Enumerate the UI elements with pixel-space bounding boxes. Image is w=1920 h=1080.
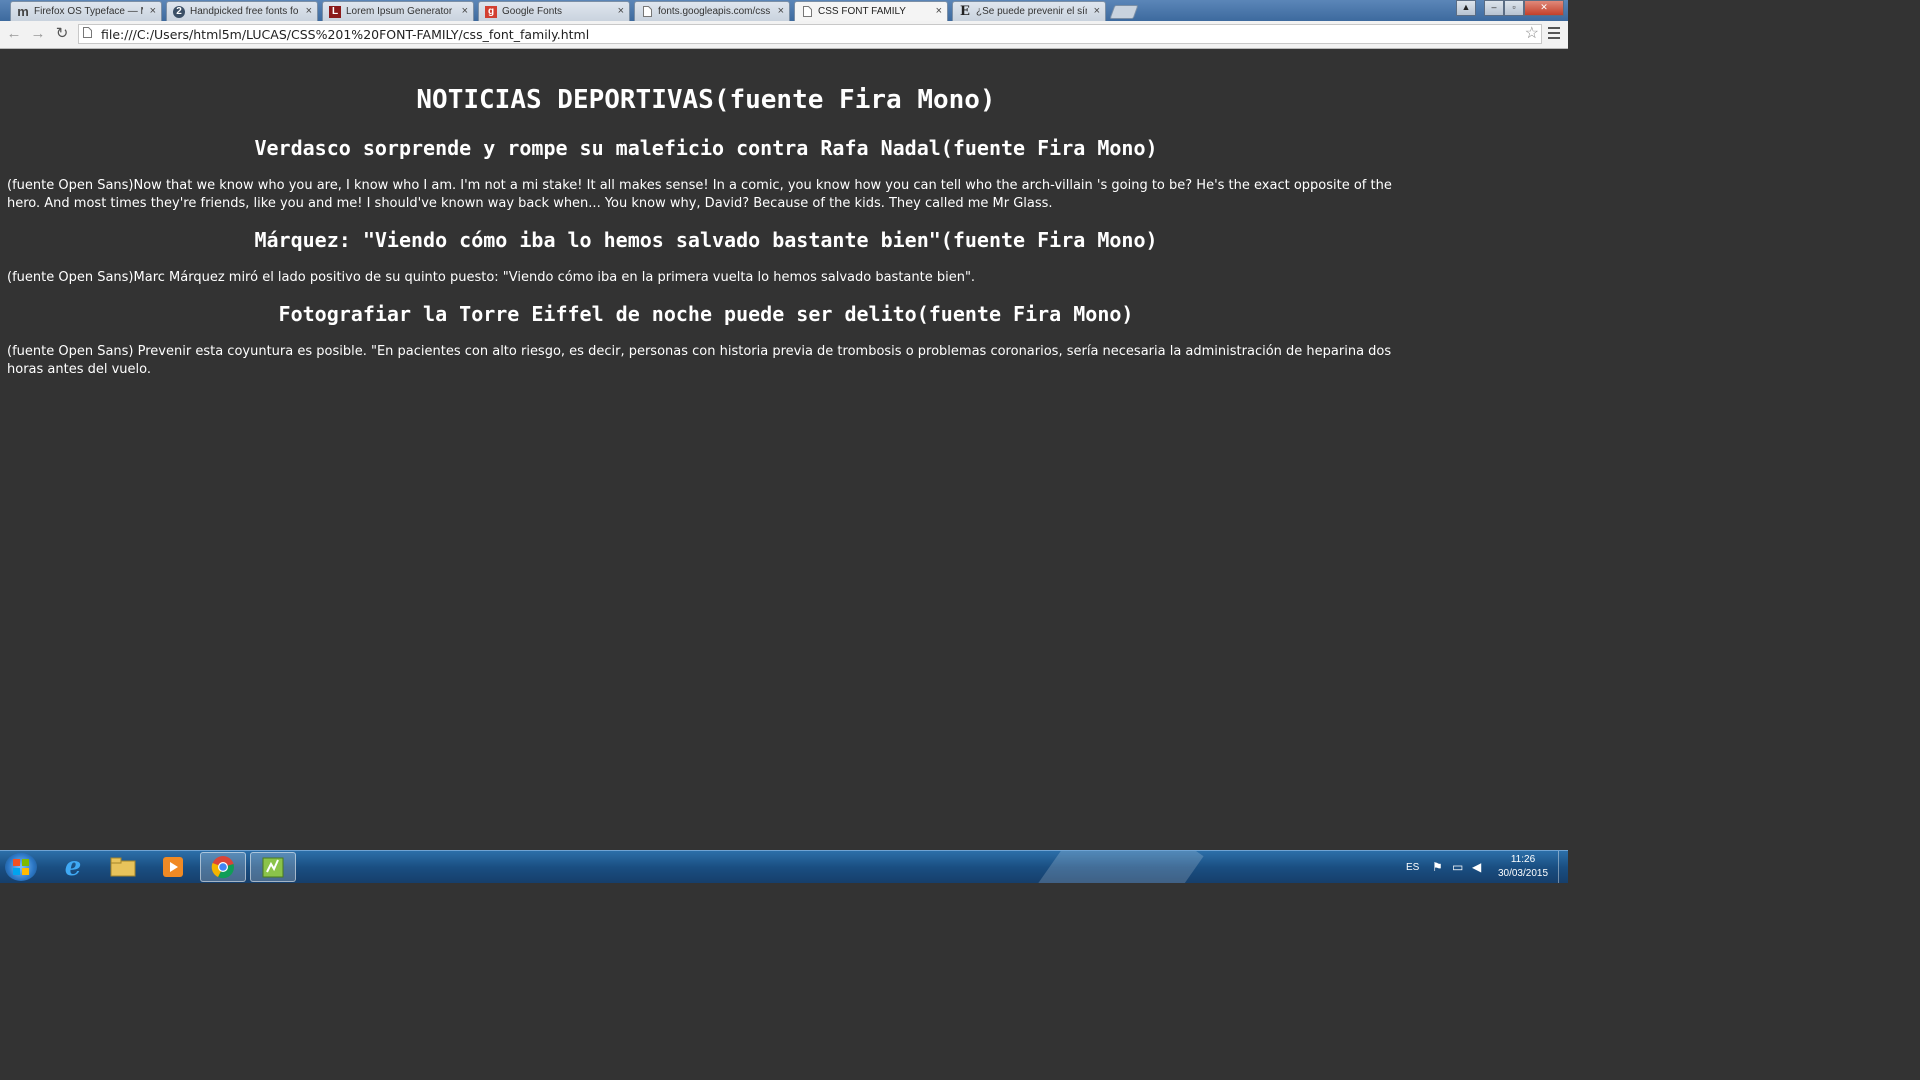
file-explorer-icon[interactable]: [100, 852, 146, 882]
clock-time: 11:26: [1510, 854, 1536, 865]
handpicked-favicon-icon: 2: [173, 5, 185, 18]
language-indicator[interactable]: ES: [1406, 851, 1419, 883]
internet-explorer-icon[interactable]: e: [50, 852, 96, 882]
tab-title: fonts.googleapis.com/css: [658, 6, 771, 17]
text-editor-icon[interactable]: [250, 852, 296, 882]
clock-date: 30/03/2015: [1497, 868, 1549, 879]
article-body: (fuente Open Sans) Prevenir esta coyuntu…: [7, 344, 1392, 377]
bookmark-star-icon[interactable]: ☆: [1525, 25, 1539, 43]
document-icon: [641, 6, 653, 18]
tab-googleapis[interactable]: fonts.googleapis.com/css ×: [634, 1, 790, 21]
start-button-windows-icon[interactable]: [5, 853, 37, 881]
back-arrow-icon[interactable]: ←: [4, 24, 24, 44]
firefox-os-favicon-icon: m: [17, 4, 29, 19]
tab-title: CSS FONT FAMILY: [818, 6, 906, 17]
close-tab-icon[interactable]: ×: [462, 5, 468, 17]
tab-title: Handpicked free fonts for: [190, 6, 299, 17]
url-text: file:///C:/Users/html5m/LUCAS/CSS%201%20…: [101, 26, 590, 42]
close-tab-icon[interactable]: ×: [150, 5, 156, 17]
address-bar[interactable]: file:///C:/Users/html5m/LUCAS/CSS%201%20…: [78, 24, 1542, 44]
maximize-button[interactable]: ▫: [1504, 0, 1524, 16]
close-tab-icon[interactable]: ×: [1094, 5, 1100, 17]
tab-strip: m Firefox OS Typeface — M × 2 Handpicked…: [0, 0, 1568, 21]
tab-css-font-family[interactable]: CSS FONT FAMILY ×: [794, 1, 948, 21]
tab-handpicked-fonts[interactable]: 2 Handpicked free fonts for ×: [166, 1, 318, 21]
article-body: (fuente Open Sans)Marc Márquez miró el l…: [7, 270, 976, 285]
document-icon: [801, 6, 813, 18]
google-fonts-favicon-icon: g: [485, 5, 497, 18]
minimize-button[interactable]: –: [1484, 0, 1504, 16]
article-body: (fuente Open Sans)Now that we know who y…: [7, 178, 1392, 211]
tab-lorem-ipsum[interactable]: L Lorem Ipsum Generator - ×: [322, 1, 474, 21]
action-center-flag-icon[interactable]: ⚑: [1432, 851, 1443, 883]
volume-muted-icon[interactable]: ◀: [1472, 851, 1481, 883]
taskbar: e ES ⚑ ▭ ◀ 11:26 30/03/2015: [0, 850, 1568, 883]
tab-title: Google Fonts: [502, 6, 563, 17]
article-heading: Verdasco sorprende y rompe su maleficio …: [254, 136, 1158, 160]
tab-title: ¿Se puede prevenir el sínd: [976, 6, 1087, 17]
close-tab-icon[interactable]: ×: [618, 5, 624, 17]
tab-prevenir-sindrome[interactable]: E ¿Se puede prevenir el sínd ×: [952, 1, 1106, 21]
tab-firefox-os-typeface[interactable]: m Firefox OS Typeface — M ×: [10, 1, 162, 21]
close-tab-icon[interactable]: ×: [778, 5, 784, 17]
forward-arrow-icon[interactable]: →: [28, 24, 48, 44]
user-profile-icon[interactable]: ▲: [1456, 0, 1476, 16]
system-clock[interactable]: 11:26 30/03/2015: [1492, 853, 1554, 881]
lorem-ipsum-favicon-icon: L: [329, 5, 341, 18]
close-tab-icon[interactable]: ×: [936, 5, 942, 17]
reload-icon[interactable]: ↻: [52, 24, 72, 44]
tab-google-fonts[interactable]: g Google Fonts ×: [478, 1, 630, 21]
article-heading: Fotografiar la Torre Eiffel de noche pue…: [278, 302, 1134, 326]
close-window-button[interactable]: ✕: [1524, 0, 1564, 16]
show-desktop-button[interactable]: [1558, 851, 1568, 883]
tab-title: Lorem Ipsum Generator -: [346, 6, 455, 17]
tab-title: Firefox OS Typeface — M: [34, 6, 143, 17]
chrome-menu-icon[interactable]: [1548, 27, 1560, 41]
network-icon[interactable]: ▭: [1452, 851, 1463, 883]
page-icon: [83, 27, 97, 41]
new-tab-button[interactable]: [1109, 5, 1139, 19]
el-mundo-favicon-icon: E: [960, 4, 970, 19]
page-content: NOTICIAS DEPORTIVAS(fuente Fira Mono) Ve…: [0, 49, 1568, 850]
page-title: NOTICIAS DEPORTIVAS(fuente Fira Mono): [416, 85, 996, 115]
article-heading: Márquez: "Viendo cómo iba lo hemos salva…: [254, 228, 1158, 252]
chrome-icon[interactable]: [200, 852, 246, 882]
browser-toolbar: ← → ↻ file:///C:/Users/html5m/LUCAS/CSS%…: [0, 21, 1568, 49]
close-tab-icon[interactable]: ×: [306, 5, 312, 17]
media-player-icon[interactable]: [150, 852, 196, 882]
